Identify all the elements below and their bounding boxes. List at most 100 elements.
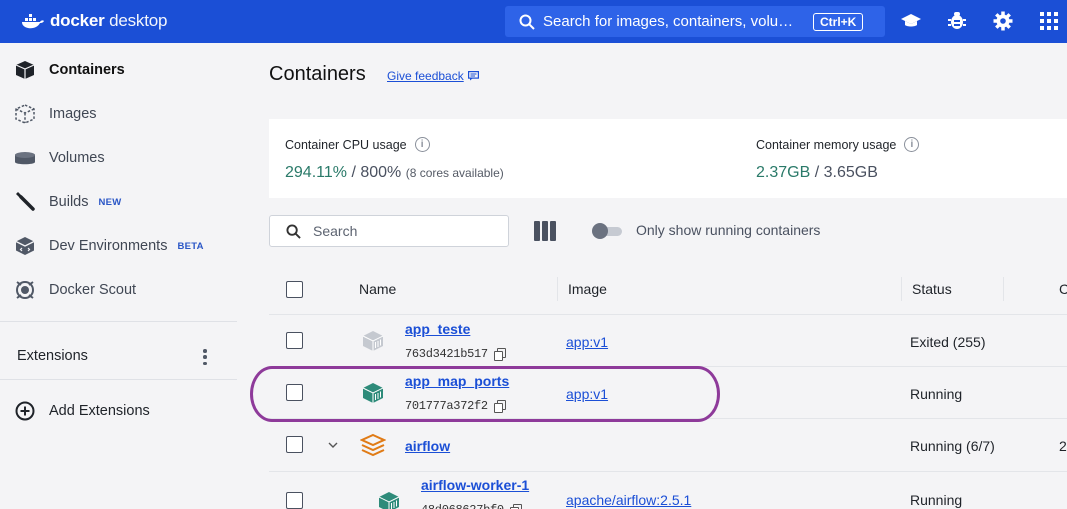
status-text: Running (910, 386, 963, 402)
builds-icon (12, 189, 38, 215)
container-running-icon (362, 383, 384, 403)
group-name-link[interactable]: airflow (405, 438, 450, 454)
global-search[interactable]: Search for images, containers, volume...… (505, 6, 885, 37)
dev-env-icon (12, 233, 38, 259)
image-link[interactable]: apache/airflow:2.5.1 (566, 492, 691, 508)
sidebar-item-volumes[interactable]: Volumes (0, 138, 237, 178)
shortcut-badge: Ctrl+K (813, 12, 864, 31)
sidebar-item-label: Volumes (49, 150, 105, 166)
learn-icon[interactable] (900, 10, 922, 32)
chevron-down-icon[interactable] (328, 441, 338, 449)
container-id: 763d3421b517 (405, 347, 506, 361)
sidebar-divider (0, 379, 237, 380)
add-circle-icon (12, 398, 38, 424)
container-id-text: 701777a372f2 (405, 399, 488, 413)
images-icon (12, 101, 38, 127)
table-row[interactable]: airflow-worker-1 48d068627bf0 apache/air… (269, 472, 1067, 509)
sidebar-item-containers[interactable]: Containers (0, 50, 237, 90)
sidebar: Containers Images Volumes Builds NEW Dev… (0, 43, 237, 509)
bug-icon[interactable] (946, 10, 968, 32)
copy-icon[interactable] (493, 400, 506, 413)
sidebar-item-images[interactable]: Images (0, 94, 237, 134)
running-only-label: Only show running containers (636, 222, 821, 238)
container-name-link[interactable]: app_teste (405, 321, 470, 337)
cpu-usage-label: Container CPU usage i (285, 137, 430, 152)
row-checkbox[interactable] (286, 492, 303, 509)
row-checkbox[interactable] (286, 384, 303, 401)
column-separator (557, 277, 558, 301)
brand-light: desktop (109, 11, 168, 30)
sidebar-item-label: Containers (49, 62, 125, 78)
sidebar-item-docker-scout[interactable]: Docker Scout (0, 270, 237, 310)
table-header: Name Image Status C (269, 263, 1067, 315)
sidebar-divider (0, 321, 237, 322)
beta-badge: BETA (177, 240, 204, 252)
info-icon[interactable]: i (414, 137, 430, 152)
usage-stats-panel: Container CPU usage i 294.11% / 800% (8 … (269, 119, 1067, 198)
grid-menu-icon[interactable] (1038, 10, 1060, 32)
container-id-text: 48d068627bf0 (421, 503, 504, 509)
extensions-menu-icon[interactable] (200, 346, 210, 368)
row-checkbox[interactable] (286, 436, 303, 453)
container-search[interactable] (269, 215, 509, 247)
volumes-icon (12, 145, 38, 171)
settings-icon[interactable] (992, 10, 1014, 32)
sidebar-item-label: Docker Scout (49, 282, 137, 298)
give-feedback-label: Give feedback (387, 69, 464, 83)
search-input[interactable] (313, 223, 493, 239)
container-id: 48d068627bf0 (421, 503, 522, 509)
scout-icon (12, 277, 38, 303)
cpu-total: / 800% (351, 164, 402, 181)
sidebar-item-dev-environments[interactable]: Dev Environments BETA (0, 226, 237, 266)
container-id-text: 763d3421b517 (405, 347, 488, 361)
column-image[interactable]: Image (568, 281, 607, 297)
extensions-title: Extensions (17, 348, 88, 364)
main-content: Containers Give feedback Container CPU u… (237, 43, 1067, 509)
status-text: Running (6/7) (910, 438, 995, 454)
memory-total: / 3.65GB (814, 164, 878, 181)
add-extensions-label: Add Extensions (49, 403, 150, 419)
table-row[interactable]: app_map_ports 701777a372f2 app:v1 Runnin… (269, 367, 1067, 419)
add-extensions-button[interactable]: Add Extensions (0, 391, 237, 431)
select-all-checkbox[interactable] (286, 281, 303, 298)
table-row[interactable]: app_teste 763d3421b517 app:v1 Exited (25… (269, 315, 1067, 367)
memory-usage-label: Container memory usage i (756, 137, 920, 152)
search-icon (519, 14, 535, 30)
column-cpu[interactable]: C (1059, 281, 1067, 297)
containers-table: Name Image Status C app_teste 763d3421b5… (269, 263, 1067, 509)
info-icon[interactable]: i (904, 137, 920, 152)
cpu-usage-value: 294.11% / 800% (8 cores available) (285, 164, 504, 182)
column-separator (901, 277, 902, 301)
cpu-value: 294.11% (285, 164, 347, 181)
sidebar-item-label: Builds (49, 194, 89, 210)
running-only-toggle[interactable] (592, 223, 622, 239)
status-text: Running (910, 492, 963, 508)
search-icon (286, 223, 301, 239)
sidebar-item-label: Images (49, 106, 97, 122)
container-running-icon (378, 492, 400, 509)
column-name[interactable]: Name (359, 281, 396, 297)
cpu-cores-note: (8 cores available) (405, 166, 504, 180)
image-link[interactable]: app:v1 (566, 334, 608, 350)
container-name-link[interactable]: airflow-worker-1 (421, 477, 529, 493)
sidebar-item-label: Dev Environments (49, 238, 168, 254)
column-status[interactable]: Status (912, 281, 952, 297)
image-link[interactable]: app:v1 (566, 386, 608, 402)
new-badge: NEW (98, 196, 122, 208)
copy-icon[interactable] (509, 504, 522, 509)
status-text: Exited (255) (910, 334, 986, 350)
memory-usage-title: Container memory usage (756, 137, 897, 152)
container-name-link[interactable]: app_map_ports (405, 373, 509, 389)
docker-logo[interactable]: docker desktop (22, 11, 167, 31)
table-row-group[interactable]: airflow Running (6/7) 2 (269, 419, 1067, 472)
give-feedback-link[interactable]: Give feedback (387, 69, 479, 83)
container-exited-icon (362, 331, 384, 351)
page-title: Containers (269, 63, 366, 85)
column-separator (1003, 277, 1004, 301)
row-checkbox[interactable] (286, 332, 303, 349)
copy-icon[interactable] (493, 348, 506, 361)
columns-toggle-icon[interactable] (534, 221, 556, 241)
top-bar: docker desktop Search for images, contai… (0, 0, 1067, 43)
sidebar-item-builds[interactable]: Builds NEW (0, 182, 237, 222)
feedback-icon (467, 71, 479, 81)
